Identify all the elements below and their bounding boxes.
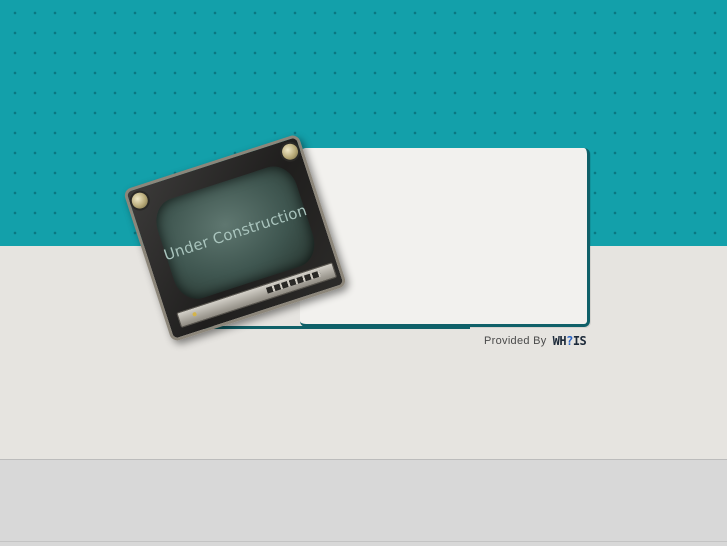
whois-logo[interactable]: WH?IS xyxy=(553,334,587,348)
provided-by-credit[interactable]: Provided By WH?IS xyxy=(484,334,587,348)
under-construction-text: Under Construction xyxy=(161,201,310,265)
provided-by-label: Provided By xyxy=(484,335,547,347)
tv-knob-left xyxy=(127,187,153,214)
tv-power-light xyxy=(192,311,198,317)
message-card xyxy=(300,148,590,327)
tv-knob-right xyxy=(277,139,303,165)
footer-edge xyxy=(0,541,727,542)
footer-band xyxy=(0,459,727,546)
